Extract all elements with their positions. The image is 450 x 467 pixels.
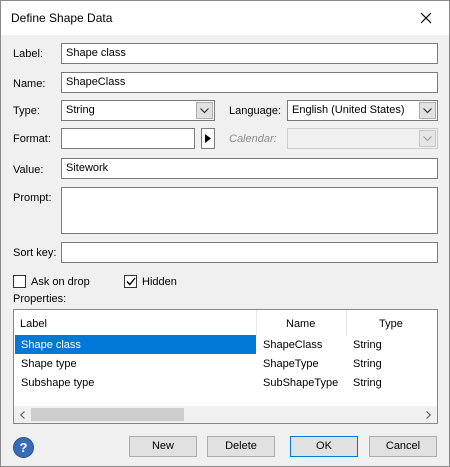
chevron-down-icon <box>423 107 432 113</box>
prompt-textarea[interactable] <box>61 187 438 234</box>
format-input[interactable] <box>61 128 195 149</box>
checkmark-icon <box>125 277 136 286</box>
ask-on-drop-label: Ask on drop <box>31 276 90 288</box>
value-input[interactable]: Sitework <box>61 158 438 179</box>
row-type: String <box>353 358 382 370</box>
name-input[interactable]: ShapeClass <box>61 72 438 93</box>
chevron-down-icon <box>200 107 209 113</box>
table-row[interactable]: Subshape type SubShapeType String <box>14 373 437 392</box>
table-row[interactable]: Shape type ShapeType String <box>14 354 437 373</box>
row-type: String <box>353 339 382 351</box>
format-field-label: Format: <box>13 133 51 145</box>
row-label: Shape class <box>15 335 256 354</box>
prompt-field-label: Prompt: <box>13 192 52 204</box>
delete-button[interactable]: Delete <box>207 436 275 457</box>
dialog-title: Define Shape Data <box>11 11 113 25</box>
format-picker-button[interactable] <box>201 128 215 149</box>
scrollbar-thumb[interactable] <box>31 408 184 421</box>
type-field-label: Type: <box>13 105 40 117</box>
row-name: ShapeType <box>263 358 319 370</box>
define-shape-data-dialog: Define Shape Data Label: Shape class Nam… <box>0 0 450 467</box>
column-header-name[interactable]: Name <box>257 310 347 336</box>
close-icon <box>420 12 432 24</box>
type-dropdown-value: String <box>66 104 95 116</box>
hidden-label: Hidden <box>142 276 177 288</box>
play-arrow-icon <box>205 134 211 143</box>
label-input[interactable]: Shape class <box>61 43 438 64</box>
ok-button[interactable]: OK <box>290 436 358 457</box>
type-dropdown-button[interactable] <box>196 102 213 119</box>
language-dropdown-button[interactable] <box>419 102 436 119</box>
ask-on-drop-checkbox[interactable] <box>13 275 26 288</box>
calendar-dropdown-button[interactable] <box>419 130 436 147</box>
horizontal-scrollbar[interactable] <box>14 406 437 423</box>
scroll-right-button[interactable] <box>420 406 437 423</box>
properties-list[interactable]: Label Name Type Shape class ShapeClass S… <box>13 309 438 424</box>
row-name: ShapeClass <box>263 339 323 351</box>
close-button[interactable] <box>403 1 449 35</box>
chevron-left-icon <box>20 410 25 419</box>
help-icon[interactable]: ? <box>13 437 34 458</box>
row-name: SubShapeType <box>263 377 339 389</box>
cancel-button[interactable]: Cancel <box>369 436 437 457</box>
sortkey-input[interactable] <box>61 242 438 263</box>
properties-label: Properties: <box>13 293 67 305</box>
title-bar: Define Shape Data <box>1 1 449 35</box>
calendar-field-label: Calendar: <box>229 133 277 145</box>
label-field-label: Label: <box>13 48 43 60</box>
value-field-label: Value: <box>13 164 44 176</box>
language-field-label: Language: <box>229 105 281 117</box>
chevron-down-icon <box>423 135 432 141</box>
type-dropdown[interactable]: String <box>61 100 215 121</box>
row-label: Shape type <box>21 358 77 370</box>
calendar-dropdown[interactable] <box>287 128 438 149</box>
scroll-left-button[interactable] <box>14 406 31 423</box>
language-dropdown[interactable]: English (United States) <box>287 100 438 121</box>
hidden-checkbox[interactable] <box>124 275 137 288</box>
column-header-type[interactable]: Type <box>347 310 437 336</box>
column-header-label[interactable]: Label <box>14 310 257 336</box>
sortkey-field-label: Sort key: <box>13 247 57 259</box>
row-label: Subshape type <box>21 377 95 389</box>
name-field-label: Name: <box>13 78 46 90</box>
new-button[interactable]: New <box>129 436 197 457</box>
table-row[interactable]: Shape class ShapeClass String <box>14 335 437 354</box>
language-dropdown-value: English (United States) <box>292 104 405 116</box>
chevron-right-icon <box>426 410 431 419</box>
row-type: String <box>353 377 382 389</box>
